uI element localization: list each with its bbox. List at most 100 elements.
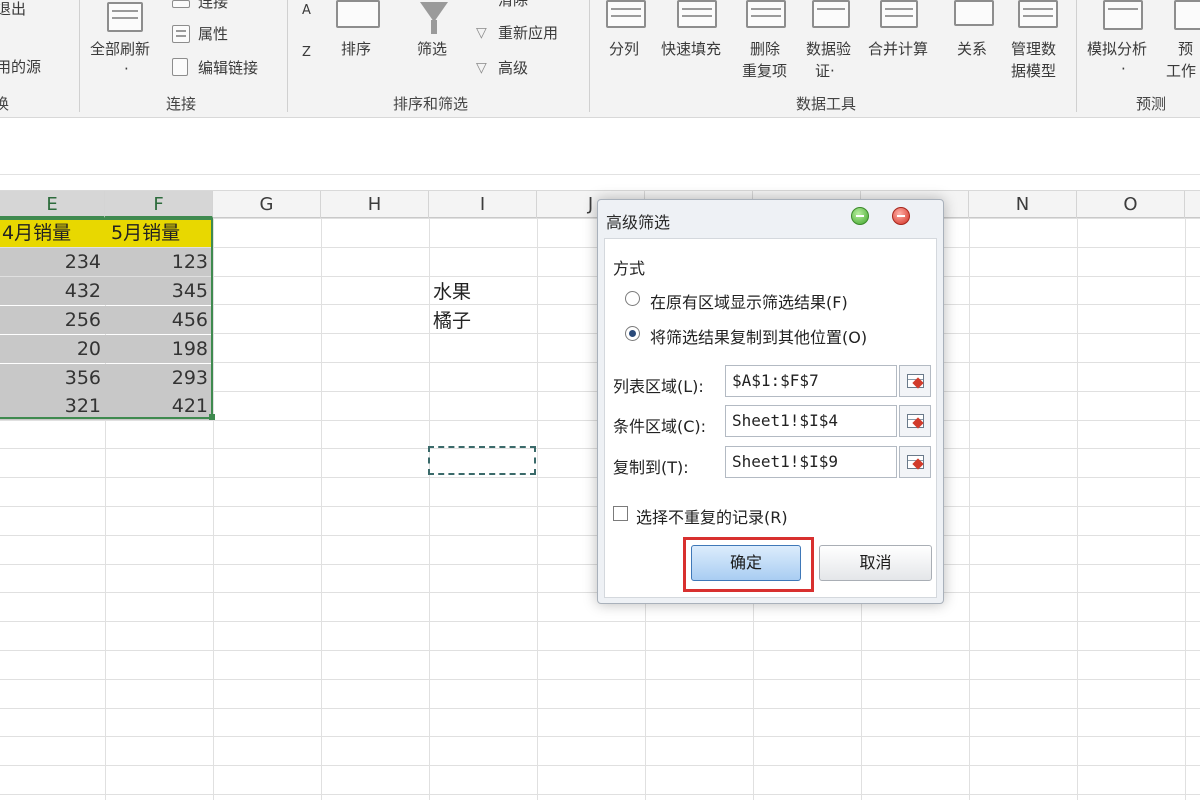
unique-records-checkbox[interactable] bbox=[613, 506, 628, 521]
copy-marquee-cell-i9[interactable] bbox=[428, 446, 536, 475]
what-if-analysis-label: 模拟分析 bbox=[1087, 40, 1148, 58]
advanced-filter-icon: ▽ bbox=[476, 60, 487, 76]
forecast-group-label: 预测 bbox=[1136, 95, 1167, 113]
grid-row-line bbox=[0, 794, 1200, 795]
remove-duplicates-icon bbox=[746, 0, 786, 28]
forecast-sheet-icon bbox=[1174, 0, 1200, 30]
column-header-g[interactable]: G bbox=[213, 191, 321, 218]
consolidate-icon bbox=[880, 0, 918, 28]
filter-icon bbox=[420, 2, 448, 22]
cell-i3[interactable]: 水果 bbox=[429, 278, 537, 306]
refresh-all-icon bbox=[107, 2, 143, 32]
sort-button[interactable]: 排序 bbox=[341, 40, 371, 58]
option-copy-label: 将筛选结果复制到其他位置(O) bbox=[650, 328, 868, 347]
relationships-icon bbox=[954, 0, 994, 26]
sort-filter-group-label: 排序和筛选 bbox=[393, 95, 469, 113]
ribbon-partial-item[interactable]: 退出 bbox=[0, 0, 26, 18]
what-if-dropdown: · bbox=[1121, 60, 1126, 78]
formula-bar-area bbox=[0, 119, 1200, 175]
ok-button-highlight bbox=[683, 537, 814, 592]
sort-az-icon[interactable]: A bbox=[302, 2, 311, 20]
text-to-columns-label: 分列 bbox=[609, 40, 640, 58]
properties-icon bbox=[172, 25, 190, 43]
column-header-i[interactable]: I bbox=[429, 191, 537, 218]
what-if-analysis-icon bbox=[1103, 0, 1143, 30]
ribbon-group-label: 换 bbox=[0, 93, 9, 114]
criteria-range-label: 条件区域(C): bbox=[613, 417, 707, 436]
flash-fill-label: 快速填充 bbox=[661, 40, 722, 58]
connections-icon bbox=[172, 0, 190, 8]
remove-duplicates-label-2: 重复项 bbox=[742, 62, 788, 80]
group-separator bbox=[1076, 0, 1077, 112]
column-header-o[interactable]: O bbox=[1077, 191, 1185, 218]
clear-filter-button[interactable]: 清除 bbox=[498, 0, 528, 9]
minimize-icon[interactable] bbox=[851, 207, 869, 225]
edit-links-label: 编辑链接 bbox=[198, 59, 259, 77]
manage-data-model-icon bbox=[1018, 0, 1058, 28]
copy-to-collapse-button[interactable] bbox=[899, 446, 931, 478]
flash-fill-icon bbox=[677, 0, 717, 28]
manage-data-model-label-2: 据模型 bbox=[1011, 62, 1057, 80]
reapply-icon: ▽ bbox=[476, 25, 487, 41]
group-separator bbox=[287, 0, 288, 112]
refresh-all-label: 全部刷新 bbox=[90, 40, 151, 58]
ribbon: 退出 用的源 换 全部刷新 · 连接 属性 编辑链接 连接 A Z 排序 筛选 … bbox=[0, 0, 1200, 118]
column-header-h[interactable]: H bbox=[321, 191, 429, 218]
copy-to-label: 复制到(T): bbox=[613, 458, 689, 477]
ribbon-partial-item[interactable]: 用的源 bbox=[0, 58, 41, 76]
properties-label: 属性 bbox=[198, 25, 229, 43]
data-validation-icon bbox=[812, 0, 850, 28]
data-tools-group-label: 数据工具 bbox=[796, 95, 857, 113]
grid-column-line bbox=[321, 218, 322, 800]
fill-handle[interactable] bbox=[209, 414, 215, 420]
criteria-range-collapse-button[interactable] bbox=[899, 405, 931, 437]
advanced-filter-label: 高级 bbox=[498, 59, 529, 77]
edit-links-icon bbox=[172, 58, 188, 76]
reapply-label: 重新应用 bbox=[498, 24, 559, 42]
text-to-columns-icon bbox=[606, 0, 646, 28]
unique-records-label: 选择不重复的记录(R) bbox=[636, 508, 788, 527]
connections-group-label: 连接 bbox=[166, 95, 197, 113]
sort-dialog-icon bbox=[336, 0, 380, 28]
list-range-input[interactable]: $A$1:$F$7 bbox=[725, 365, 897, 397]
refresh-all-dropdown: · bbox=[124, 60, 129, 78]
filter-label: 筛选 bbox=[417, 40, 448, 58]
grid-column-line bbox=[969, 218, 970, 800]
relationships-label: 关系 bbox=[957, 40, 988, 58]
list-range-label: 列表区域(L): bbox=[613, 377, 704, 396]
column-header-n[interactable]: N bbox=[969, 191, 1077, 218]
remove-duplicates-label: 删除 bbox=[750, 40, 781, 58]
grid-row-line bbox=[0, 621, 1200, 622]
selection-border bbox=[0, 218, 213, 419]
grid-column-line bbox=[537, 218, 538, 800]
copy-to-input[interactable]: Sheet1!$I$9 bbox=[725, 446, 897, 478]
grid-row-line bbox=[0, 708, 1200, 709]
column-header-f[interactable]: F bbox=[105, 191, 213, 218]
radio-in-place[interactable] bbox=[625, 291, 640, 306]
sort-za-icon[interactable]: Z bbox=[302, 44, 311, 62]
data-validation-label-2: 证· bbox=[815, 62, 835, 80]
grid-row-line bbox=[0, 679, 1200, 680]
method-label: 方式 bbox=[613, 259, 646, 278]
consolidate-label: 合并计算 bbox=[868, 40, 929, 58]
group-separator bbox=[79, 0, 80, 112]
grid-column-line bbox=[1077, 218, 1078, 800]
data-validation-label: 数据验 bbox=[806, 40, 852, 58]
list-range-collapse-button[interactable] bbox=[899, 365, 931, 397]
close-icon[interactable] bbox=[892, 207, 910, 225]
grid-row-line bbox=[0, 736, 1200, 737]
filter-icon-stem bbox=[431, 20, 437, 34]
cancel-button[interactable]: 取消 bbox=[819, 545, 932, 581]
grid-column-line bbox=[1185, 218, 1186, 800]
radio-copy-to[interactable] bbox=[625, 326, 640, 341]
column-header-e[interactable]: E bbox=[0, 191, 105, 218]
group-separator bbox=[589, 0, 590, 112]
grid-column-line bbox=[213, 218, 214, 800]
dialog-title: 高级筛选 bbox=[606, 213, 671, 232]
cell-i4[interactable]: 橘子 bbox=[429, 307, 537, 335]
criteria-range-input[interactable]: Sheet1!$I$4 bbox=[725, 405, 897, 437]
option-in-place-label: 在原有区域显示筛选结果(F) bbox=[650, 293, 848, 312]
manage-data-model-label: 管理数 bbox=[1011, 40, 1057, 58]
forecast-sheet-label: 预 bbox=[1178, 40, 1194, 58]
forecast-sheet-label-2: 工作 bbox=[1166, 62, 1197, 80]
